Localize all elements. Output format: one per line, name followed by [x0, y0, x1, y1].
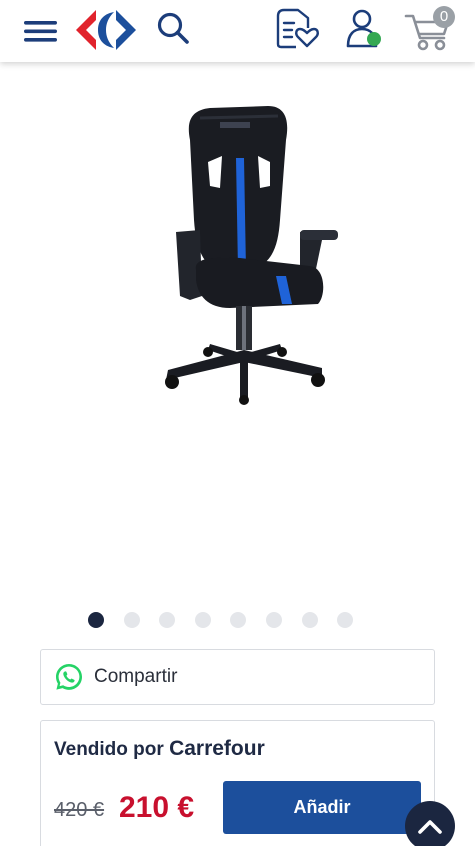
user-icon[interactable] [344, 8, 384, 50]
carousel-dots [88, 612, 373, 630]
old-price: 420 € [54, 799, 105, 821]
whatsapp-icon [56, 664, 82, 690]
seller-info: Vendido por Carrefour [54, 737, 265, 761]
menu-icon[interactable] [22, 16, 60, 46]
carousel-dot[interactable] [230, 612, 247, 628]
carousel-dot[interactable] [265, 612, 282, 628]
carousel-dot[interactable] [159, 612, 176, 628]
carousel-dot[interactable] [88, 612, 104, 628]
share-button[interactable]: Compartir [40, 649, 435, 705]
share-label: Compartir [94, 666, 178, 687]
buy-box: Vendido por Carrefour 420 € 210 € Añadir [40, 720, 435, 846]
carousel-dot[interactable] [123, 612, 140, 628]
seller-prefix: Vendido por [54, 739, 164, 760]
shopping-list-icon[interactable] [274, 6, 320, 50]
scroll-to-top-button[interactable] [405, 801, 455, 846]
carousel-dot[interactable] [301, 612, 318, 628]
carrefour-logo[interactable] [74, 8, 138, 52]
top-header: 0 [0, 0, 475, 62]
gaming-chair-image[interactable] [150, 100, 340, 405]
carousel-dot[interactable] [337, 612, 354, 628]
seller-name[interactable]: Carrefour [169, 737, 265, 760]
search-icon[interactable] [155, 10, 191, 46]
add-to-cart-button[interactable]: Añadir [223, 781, 421, 834]
cart-count-badge: 0 [433, 6, 455, 28]
current-price: 210 € [119, 791, 195, 824]
chevron-up-icon [418, 820, 442, 834]
carousel-dot[interactable] [194, 612, 211, 628]
